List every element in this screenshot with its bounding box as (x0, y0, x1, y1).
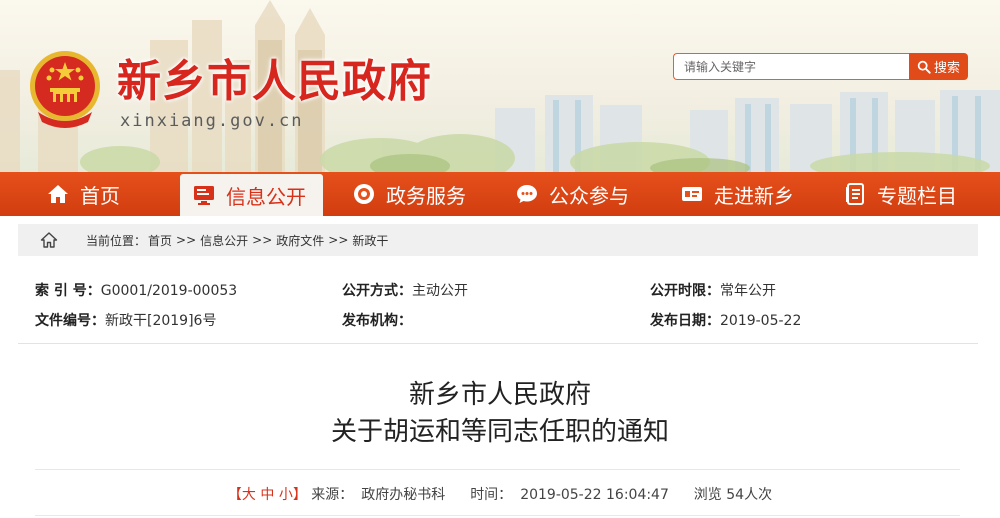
source-value: 政府办秘书科 (361, 487, 446, 503)
meta-row: 文件编号：新政干[2019]6号 发布机构： 发布日期：2019-05-22 (35, 310, 965, 332)
divider (35, 469, 960, 470)
source-label: 来源： (311, 487, 354, 503)
header-banner: 新乡市人民政府 xinxiang.gov.cn 搜索 (0, 0, 1000, 172)
meta-docno: 文件编号：新政干[2019]6号 (35, 310, 216, 330)
document-title-line-2: 关于胡运和等同志任职的通知 (330, 417, 669, 447)
meta-date-label: 发布日期： (650, 313, 720, 329)
views-unit: 人次 (744, 487, 773, 503)
national-emblem-logo (30, 51, 100, 128)
site-domain: xinxiang.gov.cn (120, 111, 304, 131)
id-card-icon (682, 187, 702, 201)
meta-period-value: 常年公开 (720, 283, 776, 299)
breadcrumb-link-xinzhenggan[interactable]: 新政干 (352, 232, 388, 249)
nav-item-about-xinxiang[interactable]: 走进新乡 (680, 172, 794, 216)
search-bar: 搜索 (673, 53, 968, 80)
document-title-line-1: 新乡市人民政府 (408, 380, 591, 410)
nav-item-label: 专题栏目 (877, 183, 957, 208)
search-input[interactable] (673, 53, 909, 80)
meta-method-value: 主动公开 (412, 283, 468, 299)
font-size-large-link[interactable]: 大 (242, 487, 256, 503)
meta-method: 公开方式：主动公开 (342, 280, 468, 300)
divider (18, 343, 978, 344)
nav-item-info-disclosure[interactable]: 信息公开 (180, 174, 323, 216)
meta-period-label: 公开时限： (650, 283, 720, 299)
meta-row: 索 引 号：G0001/2019-00053 公开方式：主动公开 公开时限：常年… (35, 280, 965, 302)
search-button-label: 搜索 (933, 61, 960, 76)
article-info: 【大 中 小】 来源： 政府办秘书科 时间： 2019-05-22 16:04:47… (0, 484, 1000, 504)
nav-item-label: 公众参与 (549, 183, 629, 208)
time-label: 时间： (470, 487, 513, 503)
font-size-switcher: 【大 中 小】 (228, 487, 307, 503)
search-button[interactable]: 搜索 (909, 53, 968, 80)
site-title: 新乡市人民政府 (117, 56, 432, 107)
meta-docno-label: 文件编号： (35, 313, 105, 329)
breadcrumb: 当前位置： 首页 >> 信息公开 >> 政府文件 >> 新政干 (18, 224, 978, 256)
breadcrumb-link-home[interactable]: 首页 (148, 232, 172, 249)
views-count: 54 (726, 487, 745, 503)
service-icon (354, 184, 374, 204)
meta-index-value: G0001/2019-00053 (100, 283, 238, 299)
main-nav: 首页 信息公开 政务服务 公众参与 走进新乡 专题栏目 (0, 172, 1000, 216)
meta-index-label: 索 引 号： (35, 283, 101, 299)
font-size-small-link[interactable]: 小 (279, 487, 293, 503)
nav-item-label: 政务服务 (386, 183, 466, 208)
monitor-icon (194, 186, 214, 205)
meta-method-label: 公开方式： (342, 283, 412, 299)
breadcrumb-label: 当前位置： (86, 233, 147, 248)
bracket-open: 【 (227, 487, 242, 503)
nav-item-label: 首页 (80, 183, 120, 208)
breadcrumb-link-government-documents[interactable]: 政府文件 (276, 232, 324, 249)
nav-item-special-topics[interactable]: 专题栏目 (843, 172, 957, 216)
breadcrumb-separator: >> (328, 233, 349, 247)
font-size-medium-link[interactable]: 中 (260, 487, 274, 503)
divider (35, 515, 960, 516)
search-icon (917, 60, 931, 74)
nav-item-government-services[interactable]: 政务服务 (352, 172, 466, 216)
home-icon (40, 232, 58, 248)
meta-issuer-label: 发布机构： (342, 313, 412, 329)
meta-index: 索 引 号：G0001/2019-00053 (35, 280, 237, 300)
meta-period: 公开时限：常年公开 (650, 280, 776, 300)
meta-date: 发布日期：2019-05-22 (650, 310, 801, 330)
nav-item-label: 走进新乡 (714, 183, 794, 208)
home-icon (48, 185, 68, 203)
document-icon (846, 183, 864, 205)
breadcrumb-separator: >> (176, 233, 197, 247)
views-label: 浏览 (693, 487, 722, 503)
bracket-close: 】 (292, 487, 307, 503)
breadcrumb-separator: >> (252, 233, 273, 247)
time-value: 2019-05-22 16:04:47 (520, 487, 669, 503)
meta-docno-value: 新政干[2019]6号 (105, 313, 217, 329)
breadcrumb-link-info-disclosure[interactable]: 信息公开 (200, 232, 248, 249)
chat-icon (517, 185, 537, 203)
nav-item-home[interactable]: 首页 (46, 172, 120, 216)
meta-date-value: 2019-05-22 (720, 313, 802, 329)
nav-item-public-participation[interactable]: 公众参与 (515, 172, 629, 216)
nav-item-label: 信息公开 (226, 184, 306, 209)
meta-issuer: 发布机构： (342, 310, 412, 330)
